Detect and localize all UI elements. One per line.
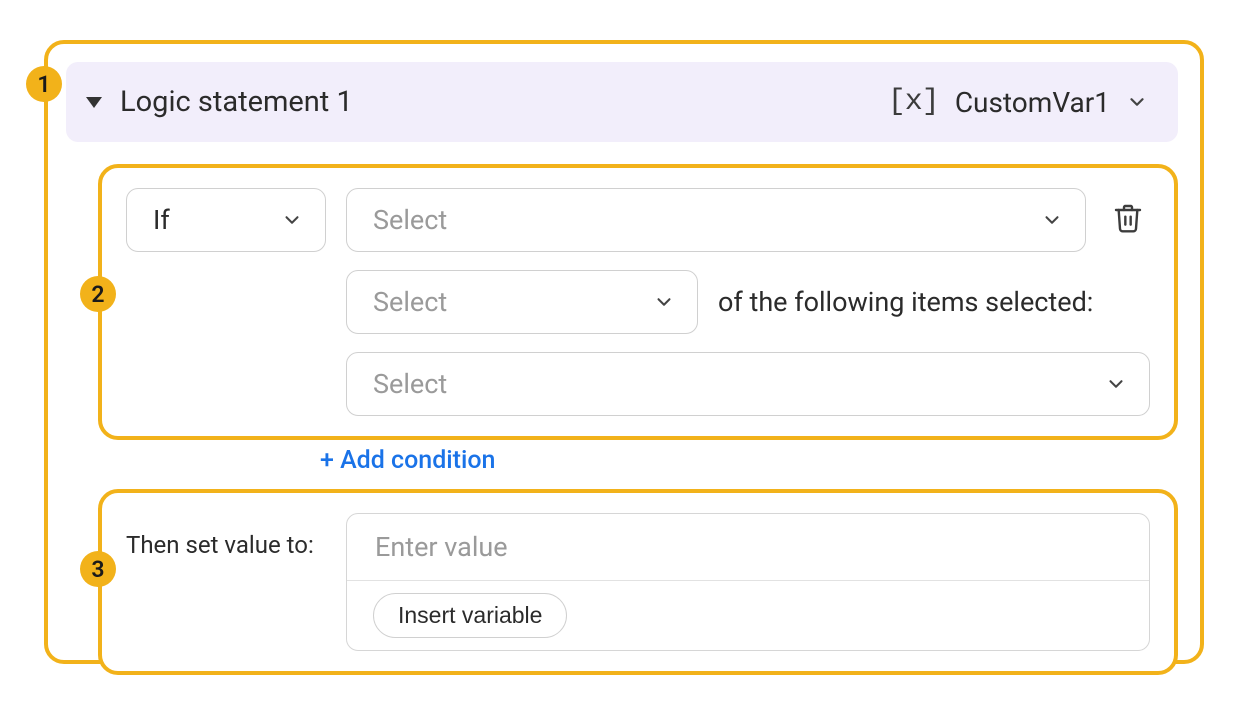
quantity-select-placeholder: Select <box>373 286 447 318</box>
condition-middle-text: of the following items selected: <box>718 286 1093 318</box>
chevron-down-icon <box>1105 373 1127 395</box>
page: 1 Logic statement 1 [x] CustomVar1 2 If <box>0 0 1248 704</box>
quantity-select[interactable]: Select <box>346 270 698 334</box>
variable-selector[interactable]: [x] CustomVar1 <box>888 85 1148 119</box>
operator-select[interactable]: If <box>126 188 326 252</box>
delete-condition-button[interactable] <box>1106 202 1150 238</box>
field-select-placeholder: Select <box>373 204 447 236</box>
value-toolbar: Insert variable <box>347 581 1149 650</box>
insert-variable-button[interactable]: Insert variable <box>373 593 567 638</box>
chevron-down-icon <box>281 209 303 231</box>
operator-label: If <box>153 204 170 236</box>
value-input[interactable] <box>373 530 1123 564</box>
statement-header-left: Logic statement 1 <box>86 85 353 119</box>
condition-row-1: If Select <box>126 188 1150 252</box>
step-badge-2: 2 <box>80 276 116 312</box>
variable-icon: [x] <box>888 85 939 119</box>
value-group: Insert variable <box>346 513 1150 651</box>
step-badge-1: 1 <box>26 66 62 102</box>
step-badge-3: 3 <box>80 551 116 587</box>
value-input-wrap <box>347 514 1149 581</box>
trash-icon <box>1112 202 1144 238</box>
add-condition-link[interactable]: + Add condition <box>320 446 495 475</box>
statement-title: Logic statement 1 <box>120 85 353 119</box>
items-select[interactable]: Select <box>346 352 1150 416</box>
condition-row-2: Select of the following items selected: <box>126 270 1150 334</box>
chevron-down-icon <box>1126 91 1148 113</box>
chevron-down-icon <box>1041 209 1063 231</box>
then-label: Then set value to: <box>126 513 326 559</box>
add-condition-row: + Add condition <box>98 446 1178 475</box>
field-select[interactable]: Select <box>346 188 1086 252</box>
variable-name: CustomVar1 <box>955 86 1110 119</box>
condition-section: 2 If Select <box>98 164 1178 440</box>
then-section: 3 Then set value to: Insert variable <box>98 489 1178 675</box>
then-row: Then set value to: Insert variable <box>126 513 1150 651</box>
logic-statement-frame: 1 Logic statement 1 [x] CustomVar1 2 If <box>44 40 1204 664</box>
condition-row-3: Select <box>126 352 1150 416</box>
collapse-icon[interactable] <box>86 97 102 108</box>
items-select-placeholder: Select <box>373 368 447 400</box>
chevron-down-icon <box>653 291 675 313</box>
statement-header[interactable]: Logic statement 1 [x] CustomVar1 <box>66 62 1178 142</box>
